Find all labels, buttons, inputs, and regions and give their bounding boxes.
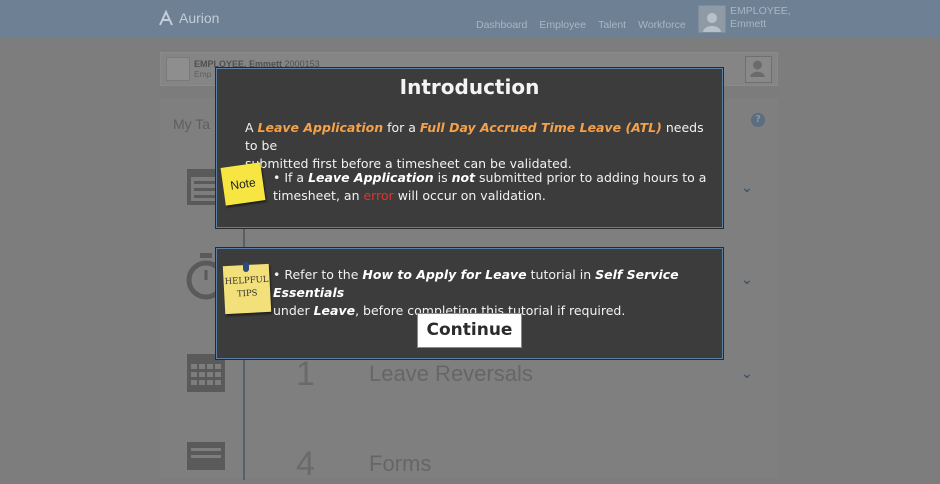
chevron-down-icon[interactable]: ⌄ <box>741 180 753 196</box>
employee-sub: Emp <box>194 69 212 79</box>
nav-dashboard[interactable]: Dashboard <box>476 19 527 31</box>
help-icon[interactable]: ? <box>751 113 765 127</box>
user-avatar-icon <box>698 5 726 33</box>
nav-workforce[interactable]: Workforce <box>638 19 686 31</box>
aurion-logo-icon <box>159 9 173 26</box>
dialog-title: Introduction <box>399 75 540 99</box>
task-label-forms[interactable]: Forms <box>369 451 431 477</box>
task-label-leave-reversals[interactable]: Leave Reversals <box>369 361 533 387</box>
nav-talent[interactable]: Talent <box>598 19 626 31</box>
intro-paragraph: A Leave Application for a Full Day Accru… <box>245 120 704 171</box>
user-name-line2: Emmett <box>730 18 767 30</box>
tips-sticky-line1: HELPFUL <box>224 274 269 288</box>
chevron-down-icon[interactable]: ⌄ <box>741 366 753 382</box>
user-name-line1: EMPLOYEE, <box>730 5 791 17</box>
profile-icon[interactable] <box>745 56 772 83</box>
logo-text: Aurion <box>179 10 220 26</box>
employee-avatar-icon <box>166 57 190 81</box>
aurion-logo[interactable]: Aurion <box>157 9 219 27</box>
note-sticky-icon: Note <box>220 162 266 206</box>
note-label: Note <box>229 175 257 193</box>
pushpin-icon <box>243 262 249 272</box>
main-nav: Dashboard Employee Talent Workforce <box>476 19 686 31</box>
tips-sticky-line2: TIPS <box>236 288 258 300</box>
tips-paragraph: • Refer to the How to Apply for Leave tu… <box>273 267 679 318</box>
user-menu[interactable]: EMPLOYEE, Emmett <box>698 5 791 33</box>
task-count: 1 <box>296 355 315 393</box>
nav-employee[interactable]: Employee <box>539 19 586 31</box>
form-icon <box>185 440 227 474</box>
note-paragraph: • If a Leave Application is not submitte… <box>273 170 707 203</box>
introduction-dialog: Introduction A Leave Application for a F… <box>216 68 723 228</box>
chevron-down-icon[interactable]: ⌄ <box>741 272 753 288</box>
continue-button[interactable]: Continue <box>417 313 522 348</box>
top-navigation-bar <box>0 0 940 38</box>
tasks-title: My Ta <box>173 116 211 132</box>
